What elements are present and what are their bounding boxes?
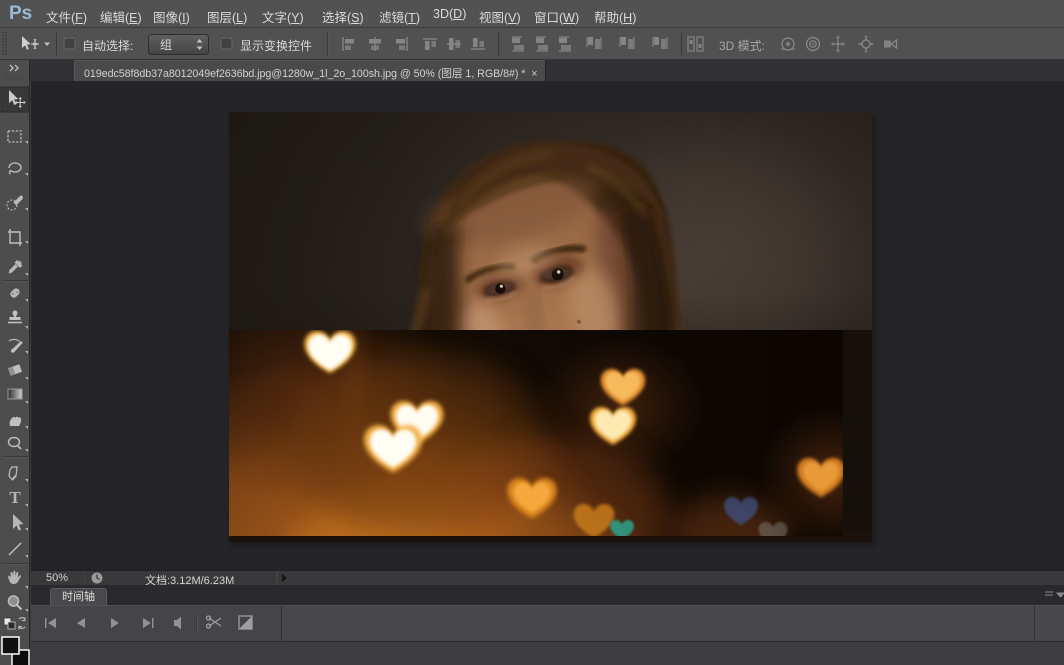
svg-text:T: T [9,488,21,507]
